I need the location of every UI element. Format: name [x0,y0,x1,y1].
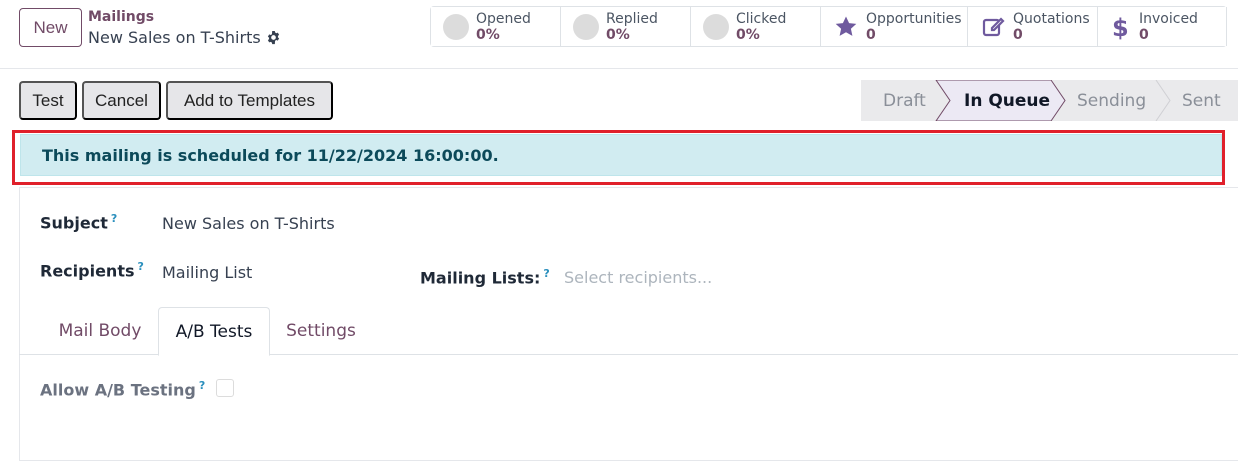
status-bar: Draft In Queue Sending Sent [861,80,1238,121]
edit-icon [980,14,1006,40]
help-icon[interactable]: ? [543,267,549,280]
add-to-templates-button[interactable]: Add to Templates [166,81,333,120]
gear-icon[interactable] [266,30,281,45]
stat-opportunities[interactable]: Opportunities 0 [821,7,968,46]
notebook-tabs: Mail Body A/B Tests Settings [19,307,1238,356]
stat-invoiced[interactable]: $ Invoiced 0 [1098,7,1227,46]
stat-opened[interactable]: Opened 0% [431,7,561,46]
stat-label: Opportunities [866,10,962,27]
stat-label: Replied [606,10,658,27]
circle-icon [703,13,729,40]
stat-clicked[interactable]: Clicked 0% [691,7,821,46]
stat-value: 0 [1013,26,1023,43]
stat-value: 0% [476,26,500,43]
tab-mail-body[interactable]: Mail Body [41,307,159,355]
svg-text:$: $ [1112,14,1129,40]
help-icon[interactable]: ? [138,260,144,273]
stat-value: 0% [606,26,630,43]
alert-message: This mailing is scheduled for 11/22/2024… [42,145,499,165]
mailing-lists-label: Mailing Lists:? [420,267,550,288]
mailing-lists-input[interactable]: Select recipients... [564,268,712,287]
stat-value: 0 [1139,26,1149,43]
stat-value: 0 [866,26,876,43]
tab-ab-tests[interactable]: A/B Tests [158,307,270,356]
stage-sending[interactable]: Sending [1077,80,1146,121]
record-title: New Sales on T-Shirts [88,28,261,47]
control-panel: New Mailings New Sales on T-Shirts Opene… [0,0,1238,69]
stat-buttons: Opened 0% Replied 0% Clicked 0% Opportuniti… [430,6,1227,47]
stat-quotations[interactable]: Quotations 0 [968,7,1098,46]
subject-label: Subject? [40,212,118,233]
star-icon [833,14,859,40]
recipients-field[interactable]: Mailing List [162,263,252,282]
stat-label: Quotations [1013,10,1090,27]
breadcrumb-mailings[interactable]: Mailings [88,9,154,25]
dollar-icon: $ [1106,14,1132,40]
new-button[interactable]: New [19,8,82,47]
stat-replied[interactable]: Replied 0% [561,7,691,46]
scheduled-alert: This mailing is scheduled for 11/22/2024… [20,134,1222,176]
stat-label: Clicked [736,10,787,27]
allow-ab-testing-checkbox[interactable] [216,379,234,397]
stat-value: 0% [736,26,760,43]
test-button[interactable]: Test [19,81,77,120]
stage-in-queue[interactable]: In Queue [964,80,1050,121]
allow-ab-testing-label: Allow A/B Testing? [40,379,206,400]
cancel-button[interactable]: Cancel [82,81,161,120]
stat-label: Opened [476,10,531,27]
circle-icon [573,13,599,40]
stage-sent[interactable]: Sent [1182,80,1221,121]
stage-draft[interactable]: Draft [883,80,926,121]
breadcrumb-current: New Sales on T-Shirts [88,28,281,47]
help-icon[interactable]: ? [199,379,205,392]
recipients-label: Recipients? [40,260,144,281]
stat-label: Invoiced [1139,10,1198,27]
tab-settings[interactable]: Settings [270,307,372,355]
circle-icon [443,13,469,40]
subject-field[interactable]: New Sales on T-Shirts [162,214,335,233]
help-icon[interactable]: ? [111,212,117,225]
